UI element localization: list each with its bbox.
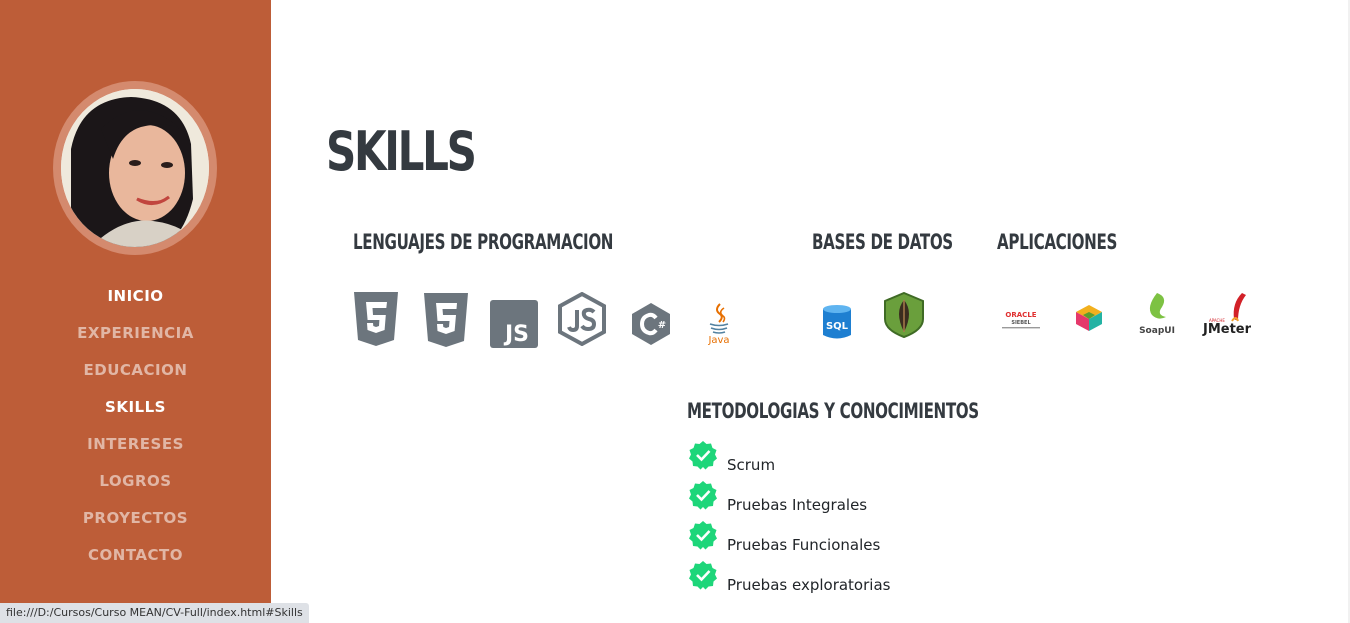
nav-item-educacion[interactable]: EDUCACION [0,352,271,389]
soapui-icon: SoapUI [1138,291,1176,342]
java-icon: Java [704,302,734,351]
check-badge-icon [689,561,717,590]
siebel-label: SIEBEL [1011,320,1031,326]
nav-item-logros[interactable]: LOGROS [0,463,271,500]
svg-text:#: # [658,320,666,331]
check-badge-icon [689,521,717,550]
oracle-siebel-icon: ORACLE SIEBEL [998,310,1044,337]
nav-item-experiencia[interactable]: EXPERIENCIA [0,315,271,352]
js-icon: JS [490,300,538,353]
method-label: Scrum [727,456,776,474]
oracle-label: ORACLE [1005,311,1036,319]
methods-title: METODOLOGIAS Y CONOCIMIENTOS [687,399,979,423]
html5-icon [352,290,400,353]
nav-item-skills[interactable]: SKILLS [0,389,271,426]
sidebar: INICIO EXPERIENCIA EDUCACION SKILLS INTE… [0,0,271,623]
nav-item-proyectos[interactable]: PROYECTOS [0,500,271,537]
csharp-icon: # [631,302,671,351]
main-nav: INICIO EXPERIENCIA EDUCACION SKILLS INTE… [0,278,271,574]
status-bar-url: file:///D:/Cursos/Curso MEAN/CV-Full/ind… [0,603,309,623]
multicolor-cube-icon [1075,304,1103,337]
languages-title: LENGUAJES DE PROGRAMACION [353,230,614,254]
databases-title: BASES DE DATOS [812,230,953,254]
method-label: Pruebas Integrales [727,496,868,514]
css3-icon [422,291,470,354]
method-label: Pruebas exploratorias [727,576,891,594]
mongodb-icon [883,291,925,343]
nodejs-icon [558,291,606,351]
apps-title: APLICACIONES [997,230,1117,254]
sql-server-icon: SQL [822,304,852,345]
jmeter-icon: APACHE JMeter [1202,291,1252,342]
java-label: Java [707,335,729,346]
profile-avatar [61,89,209,247]
nav-item-contacto[interactable]: CONTACTO [0,537,271,574]
nav-item-intereses[interactable]: INTERESES [0,426,271,463]
profile-avatar-frame [53,81,217,255]
check-badge-icon [689,441,717,470]
page-title: SKILLS [326,120,477,183]
sql-label: SQL [826,321,849,332]
check-badge-icon [689,481,717,510]
soapui-label: SoapUI [1139,326,1175,336]
svg-text:JS: JS [503,322,529,347]
nav-item-inicio[interactable]: INICIO [0,278,271,315]
jmeter-label: JMeter [1202,322,1252,337]
method-label: Pruebas Funcionales [727,536,881,554]
